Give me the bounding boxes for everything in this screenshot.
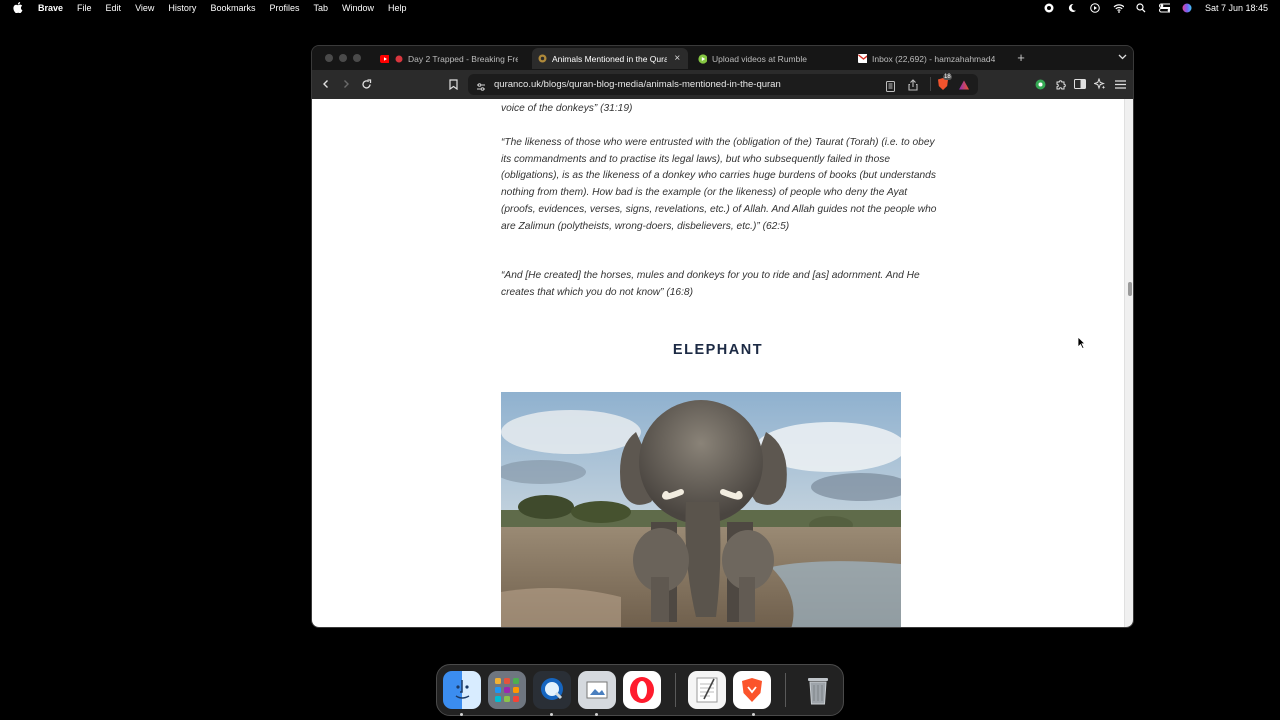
tab-rumble[interactable]: Upload videos at Rumble xyxy=(692,48,842,69)
extensions-puzzle-icon[interactable] xyxy=(1053,77,1067,91)
chevron-down-icon[interactable] xyxy=(1117,52,1127,62)
share-icon[interactable] xyxy=(908,78,918,96)
launchpad-icon[interactable] xyxy=(488,671,526,709)
menu-app-name[interactable]: Brave xyxy=(38,3,63,13)
sidebar-toggle-icon[interactable] xyxy=(1073,77,1087,91)
leo-ai-icon[interactable] xyxy=(1093,77,1107,91)
search-icon[interactable] xyxy=(1136,2,1147,13)
menu-tab[interactable]: Tab xyxy=(313,3,328,13)
youtube-icon xyxy=(380,54,389,63)
preview-icon[interactable] xyxy=(578,671,616,709)
quote-text: “The likeness of those who were entruste… xyxy=(501,137,937,232)
menu-profiles[interactable]: Profiles xyxy=(269,3,299,13)
reader-mode-icon[interactable] xyxy=(886,79,895,97)
section-heading: ELEPHANT xyxy=(672,342,764,358)
rumble-icon xyxy=(698,53,707,64)
tab-title: Inbox (22,692) - hamzahahmad4 xyxy=(872,53,996,64)
textedit-icon[interactable] xyxy=(688,671,726,709)
brave-shields-icon[interactable]: 18 xyxy=(936,74,952,91)
close-tab-icon[interactable]: × xyxy=(672,53,682,64)
siri-icon[interactable] xyxy=(1182,2,1193,13)
dock-separator xyxy=(675,673,676,707)
menu-help[interactable]: Help xyxy=(388,3,407,13)
forward-arrow-icon[interactable] xyxy=(339,77,353,91)
address-bar-divider xyxy=(930,77,931,91)
finder-icon[interactable] xyxy=(443,671,481,709)
running-indicator xyxy=(460,713,463,716)
url-text[interactable]: quranco.uk/blogs/quran-blog-media/animal… xyxy=(494,79,781,90)
trash-icon[interactable] xyxy=(799,671,837,709)
mouse-cursor-icon xyxy=(1077,336,1087,350)
back-arrow-icon[interactable] xyxy=(319,77,333,91)
new-tab-button[interactable]: + xyxy=(1014,51,1028,64)
quote-text: “And [He created] the horses, mules and … xyxy=(501,270,920,298)
tab-title: Day 2 Trapped - Breaking Free xyxy=(408,53,518,64)
apple-icon[interactable] xyxy=(12,2,24,14)
gmail-icon xyxy=(858,54,867,63)
running-indicator xyxy=(550,713,553,716)
recording-dot-icon xyxy=(394,54,403,63)
tab-title: Upload videos at Rumble xyxy=(712,53,807,64)
reload-icon[interactable] xyxy=(359,77,373,91)
menu-clock[interactable]: Sat 7 Jun 18:45 xyxy=(1205,3,1268,13)
tab-youtube[interactable]: Day 2 Trapped - Breaking Free xyxy=(374,48,524,69)
running-indicator xyxy=(595,713,598,716)
menu-bar: Brave File Edit View History Bookmarks P… xyxy=(0,0,1280,15)
bookmark-icon[interactable] xyxy=(446,77,460,91)
close-window-button[interactable] xyxy=(325,54,333,62)
address-bar[interactable]: quranco.uk/blogs/quran-blog-media/animal… xyxy=(468,74,978,95)
elephant-photo xyxy=(501,392,901,627)
browser-toolbar: quranco.uk/blogs/quran-blog-media/animal… xyxy=(312,70,1133,99)
shields-count-badge: 18 xyxy=(943,74,952,80)
moon-icon[interactable] xyxy=(1067,2,1078,13)
dock-separator xyxy=(785,673,786,707)
tab-bar: Day 2 Trapped - Breaking Free Animals Me… xyxy=(312,46,1133,70)
page-scrollbar[interactable] xyxy=(1124,99,1133,627)
menu-history[interactable]: History xyxy=(168,3,196,13)
quranco-icon xyxy=(538,54,547,63)
menu-edit[interactable]: Edit xyxy=(106,3,122,13)
control-center-icon[interactable] xyxy=(1158,2,1170,13)
browser-window: Day 2 Trapped - Breaking Free Animals Me… xyxy=(311,45,1134,628)
quote-text: voice of the donkeys” (31:19) xyxy=(501,103,633,114)
screen-record-icon[interactable] xyxy=(1044,2,1055,13)
dock xyxy=(436,664,844,716)
tab-gmail[interactable]: Inbox (22,692) - hamzahahmad4 xyxy=(852,48,1002,69)
extension-badge-icon[interactable] xyxy=(1033,77,1047,91)
tab-title: Animals Mentioned in the Quran xyxy=(552,53,668,64)
running-indicator xyxy=(752,713,755,716)
desktop-screen: Brave File Edit View History Bookmarks P… xyxy=(0,0,1280,720)
minimize-window-button[interactable] xyxy=(339,54,347,62)
play-circle-icon[interactable] xyxy=(1090,2,1101,13)
opera-icon[interactable] xyxy=(623,671,661,709)
scrollbar-thumb[interactable] xyxy=(1128,282,1132,296)
web-page: voice of the donkeys” (31:19) “The liken… xyxy=(312,99,1124,627)
menu-bookmarks[interactable]: Bookmarks xyxy=(210,3,255,13)
menu-view[interactable]: View xyxy=(135,3,154,13)
menu-window[interactable]: Window xyxy=(342,3,374,13)
hamburger-menu-icon[interactable] xyxy=(1113,77,1127,91)
wifi-icon[interactable] xyxy=(1113,2,1124,13)
site-info-icon[interactable] xyxy=(476,79,486,91)
tab-animals-quran[interactable]: Animals Mentioned in the Quran × xyxy=(532,48,688,69)
brave-icon[interactable] xyxy=(733,671,771,709)
quicktime-icon[interactable] xyxy=(533,671,571,709)
menu-file[interactable]: File xyxy=(77,3,92,13)
brave-rewards-icon[interactable] xyxy=(958,78,970,96)
zoom-window-button[interactable] xyxy=(353,54,361,62)
